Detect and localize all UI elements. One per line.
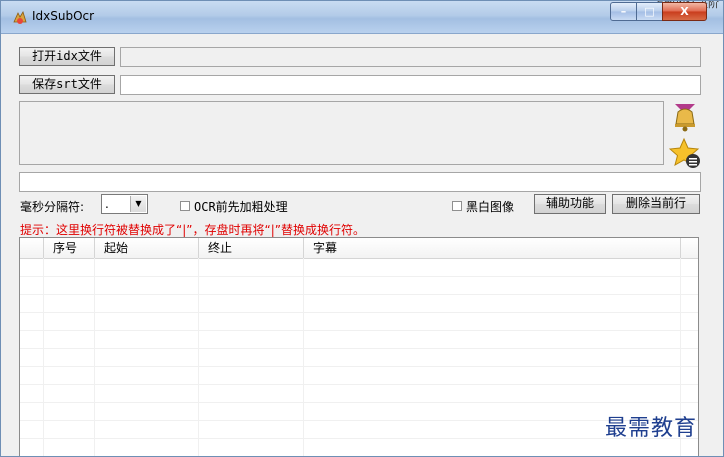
- ocr-bold-label[interactable]: OCR前先加粗处理: [194, 198, 288, 215]
- bell-icon[interactable]: [669, 100, 701, 134]
- column-divider: [94, 258, 95, 456]
- column-header-index[interactable]: 序号: [44, 238, 95, 258]
- save-srt-button[interactable]: 保存srt文件: [19, 75, 115, 94]
- row-divider: [20, 330, 698, 331]
- close-button[interactable]: X: [662, 2, 707, 21]
- table-header: 序号 起始 终止 字幕: [20, 238, 698, 259]
- hint-text: 提示：这里换行符被替换成了“|”，存盘时再将“|”替换成换行符。: [20, 223, 365, 237]
- row-divider: [20, 276, 698, 277]
- favorite-star-icon[interactable]: [668, 137, 703, 171]
- ocr-bold-checkbox[interactable]: [180, 201, 190, 211]
- row-header-corner: [20, 238, 44, 258]
- column-header-start[interactable]: 起始: [95, 238, 199, 258]
- app-icon: [12, 10, 28, 26]
- ms-separator-select[interactable]: . ▼: [101, 194, 148, 214]
- minimize-button[interactable]: –: [610, 2, 637, 21]
- close-icon: X: [680, 5, 689, 18]
- bw-image-label[interactable]: 黑白图像: [466, 198, 514, 215]
- maximize-icon: □: [644, 5, 655, 18]
- open-idx-button[interactable]: 打开idx文件: [19, 47, 115, 66]
- idx-path-field: [120, 47, 701, 67]
- app-window: IdxSubOcr 上图攻认进阶 – □ X 打开idx文件 保存srt文件: [0, 0, 724, 457]
- row-divider: [20, 402, 698, 403]
- row-divider: [20, 294, 698, 295]
- minimize-icon: –: [620, 5, 627, 18]
- column-divider: [43, 258, 44, 456]
- row-divider: [20, 438, 698, 439]
- srt-path-input[interactable]: [120, 75, 701, 95]
- chevron-down-icon[interactable]: ▼: [130, 196, 146, 212]
- ocr-text-input[interactable]: [19, 172, 701, 192]
- column-divider: [303, 258, 304, 456]
- row-divider: [20, 384, 698, 385]
- assist-button[interactable]: 辅助功能: [534, 194, 606, 214]
- ms-separator-value: .: [105, 197, 109, 211]
- bw-image-checkbox[interactable]: [452, 201, 462, 211]
- title-bar[interactable]: IdxSubOcr 上图攻认进阶 – □ X: [1, 1, 723, 34]
- column-header-subtitle[interactable]: 字幕: [304, 238, 681, 258]
- maximize-button[interactable]: □: [636, 2, 663, 21]
- window-title: IdxSubOcr: [32, 9, 95, 23]
- column-header-filler: [681, 238, 698, 258]
- row-divider: [20, 420, 698, 421]
- row-divider: [20, 348, 698, 349]
- subtitle-image-preview: [19, 101, 664, 165]
- column-divider: [198, 258, 199, 456]
- delete-row-button[interactable]: 删除当前行: [612, 194, 700, 214]
- ms-separator-label: 毫秒分隔符:: [20, 200, 85, 214]
- row-divider: [20, 366, 698, 367]
- column-header-end[interactable]: 终止: [199, 238, 304, 258]
- subtitle-table[interactable]: 序号 起始 终止 字幕: [19, 237, 699, 456]
- row-divider: [20, 312, 698, 313]
- watermark-text: 最需教育: [605, 416, 698, 441]
